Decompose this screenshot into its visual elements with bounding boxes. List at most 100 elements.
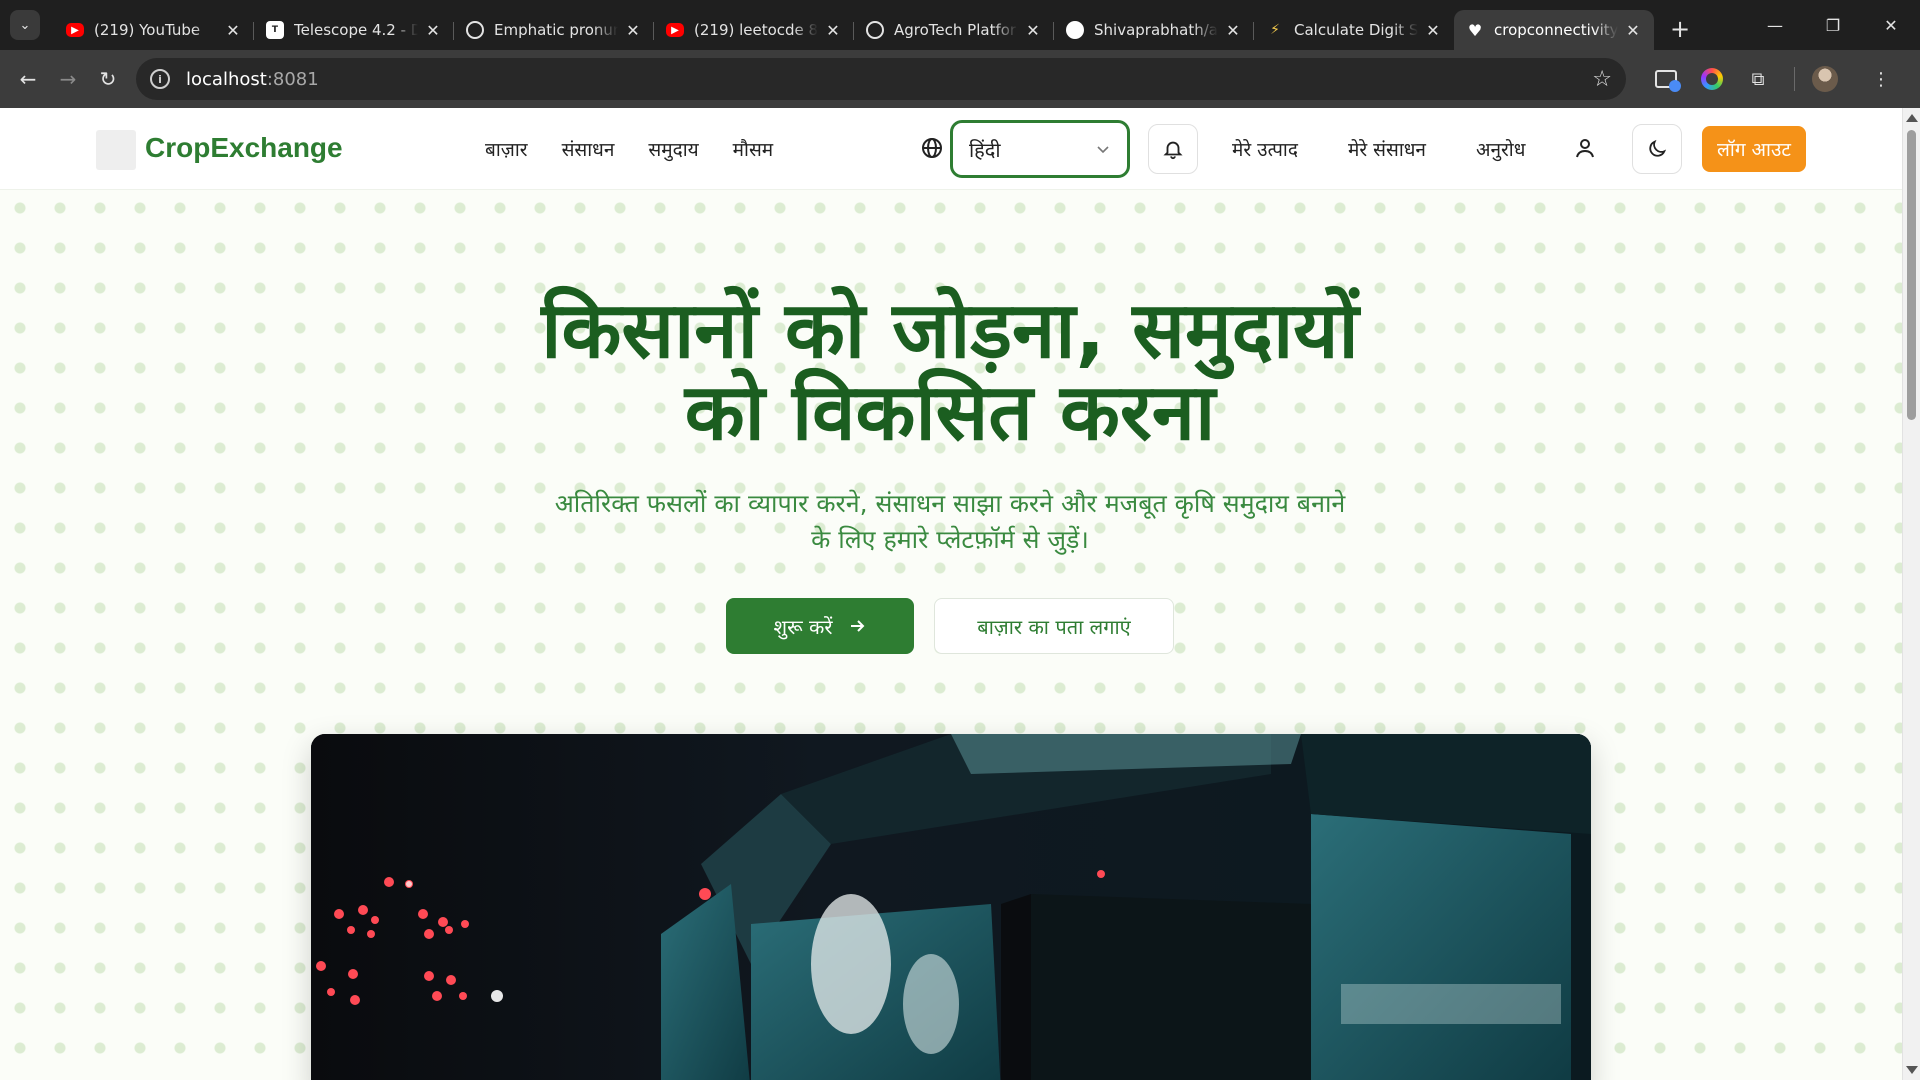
tab-title: cropconnectivity: [1494, 21, 1618, 39]
new-tab-button[interactable]: +: [1664, 13, 1696, 45]
tab-search-button[interactable]: ⌄: [10, 10, 40, 40]
browser-tab[interactable]: AgroTech Platfor ✕: [853, 10, 1054, 50]
user-icon[interactable]: [1573, 136, 1597, 160]
more-vertical-icon: ⋮: [1872, 68, 1890, 90]
browser-tab-strip: ⌄ ▶ (219) YouTube ✕ T Telescope 4.2 - D …: [0, 0, 1920, 50]
tab-title: (219) YouTube: [94, 21, 201, 39]
nav-link-resources[interactable]: संसाधन: [562, 136, 615, 162]
hero-photo: [311, 734, 1591, 1080]
star-icon[interactable]: ☆: [1592, 67, 1612, 92]
hero-image: [311, 734, 1591, 1080]
logo-image[interactable]: [96, 130, 136, 170]
close-icon[interactable]: ✕: [1624, 21, 1642, 40]
arrow-right-icon: →: [59, 67, 77, 91]
close-icon[interactable]: ✕: [624, 21, 642, 40]
browser-tab[interactable]: ⚡ Calculate Digit S ✕: [1253, 10, 1454, 50]
youtube-icon: ▶: [666, 23, 684, 37]
restore-button[interactable]: ❐: [1804, 0, 1862, 50]
nav-link-my-products[interactable]: मेरे उत्पाद: [1232, 136, 1298, 162]
close-window-button[interactable]: ✕: [1862, 0, 1920, 50]
plus-icon: +: [1669, 15, 1691, 43]
scroll-up-arrow[interactable]: [1906, 114, 1918, 122]
logout-button[interactable]: लॉग आउट: [1702, 126, 1806, 172]
tab-title: AgroTech Platfor: [894, 21, 1017, 39]
extensions-area: ⧉ ⋮: [1646, 59, 1907, 99]
hero-title-line-1: किसानों को जोड़ना, समुदायों: [541, 286, 1359, 376]
address-bar[interactable]: i localhost:8081 ☆: [136, 58, 1626, 100]
tab-title: Emphatic pronun: [494, 21, 618, 39]
tab-title: (219) leetocde 80: [694, 21, 818, 39]
url-host: localhost: [186, 68, 267, 90]
close-icon[interactable]: ✕: [824, 21, 842, 40]
hero-cta-row: शुरू करें बाज़ार का पता लगाएं: [726, 598, 1174, 654]
minimize-button[interactable]: —: [1746, 0, 1804, 50]
avatar: [1812, 66, 1838, 92]
bell-icon: [1163, 141, 1183, 160]
telescope-icon: T: [266, 21, 284, 39]
get-started-button[interactable]: शुरू करें: [726, 598, 914, 654]
reload-button[interactable]: ↻: [88, 59, 128, 99]
moon-icon: [1649, 139, 1667, 157]
site-header: CropExchange बाज़ार संसाधन समुदाय मौसम ह…: [0, 108, 1902, 190]
url-port: :8081: [266, 68, 319, 90]
hero-subtitle: अतिरिक्त फसलों का व्यापार करने, संसाधन स…: [520, 486, 1380, 558]
arrow-left-icon: ←: [19, 67, 37, 91]
forward-button[interactable]: →: [48, 59, 88, 99]
chatgpt-icon: [866, 21, 884, 39]
browser-toolbar: ← → ↻ i localhost:8081 ☆ ⧉ ⋮: [0, 50, 1920, 108]
browser-tab[interactable]: T Telescope 4.2 - D ✕: [253, 10, 454, 50]
notifications-button[interactable]: [1148, 124, 1198, 174]
chevron-down-icon: [1097, 146, 1109, 154]
close-icon[interactable]: ✕: [1424, 21, 1442, 40]
browser-tab[interactable]: Emphatic pronun ✕: [453, 10, 654, 50]
close-icon[interactable]: ✕: [1024, 21, 1042, 40]
scroll-down-arrow[interactable]: [1906, 1066, 1918, 1074]
tab-title: Shivaprabhath/a: [1094, 21, 1218, 39]
browser-tab-active[interactable]: ♥ cropconnectivity ✕: [1454, 10, 1654, 50]
cast-icon: [1655, 70, 1681, 92]
color-picker-icon: [1701, 68, 1723, 90]
tab-title: Calculate Digit S: [1294, 21, 1418, 39]
nav-link-requests[interactable]: अनुरोध: [1476, 136, 1525, 162]
scroll-thumb[interactable]: [1907, 130, 1916, 420]
chatgpt-icon: [466, 21, 484, 39]
nav-link-my-resources[interactable]: मेरे संसाधन: [1348, 136, 1426, 162]
close-icon[interactable]: ✕: [424, 21, 442, 40]
close-icon[interactable]: ✕: [224, 21, 242, 40]
window-controls: — ❐ ✕: [1746, 0, 1920, 50]
explore-market-button[interactable]: बाज़ार का पता लगाएं: [934, 598, 1174, 654]
globe-icon: [922, 138, 942, 158]
nav-link-community[interactable]: समुदाय: [648, 136, 698, 162]
color-extension-button[interactable]: [1692, 59, 1732, 99]
page-viewport: CropExchange बाज़ार संसाधन समुदाय मौसम ह…: [0, 108, 1920, 1080]
puzzle-icon: ⧉: [1751, 68, 1765, 90]
nav-link-market[interactable]: बाज़ार: [485, 136, 528, 162]
brand-name[interactable]: CropExchange: [145, 132, 343, 164]
info-icon[interactable]: i: [150, 69, 170, 89]
extensions-button[interactable]: ⧉: [1738, 59, 1778, 99]
nav-link-weather[interactable]: मौसम: [733, 136, 774, 162]
theme-toggle-button[interactable]: [1632, 124, 1682, 174]
language-select[interactable]: हिंदी: [950, 120, 1130, 178]
close-icon[interactable]: ✕: [1224, 21, 1242, 40]
tab-title: Telescope 4.2 - D: [294, 21, 418, 39]
hero-title: किसानों को जोड़ना, समुदायों को विकसित कर…: [360, 290, 1540, 454]
main-nav: बाज़ार संसाधन समुदाय मौसम: [485, 136, 773, 162]
browser-tab[interactable]: ▶ (219) leetocde 80 ✕: [653, 10, 854, 50]
heart-icon: ♥: [1467, 20, 1483, 40]
tab-list: ▶ (219) YouTube ✕ T Telescope 4.2 - D ✕ …: [54, 0, 1654, 50]
reload-icon: ↻: [99, 67, 117, 91]
youtube-icon: ▶: [66, 23, 84, 37]
toolbar-divider: [1794, 67, 1795, 91]
profile-button[interactable]: [1805, 59, 1845, 99]
back-button[interactable]: ←: [8, 59, 48, 99]
github-icon: [1066, 21, 1084, 39]
calculator-icon: ⚡: [1270, 22, 1280, 38]
hero-subtitle-line-2: के लिए हमारे प्लेटफ़ॉर्म से जुड़ें।: [811, 525, 1089, 554]
cast-extension-button[interactable]: [1646, 59, 1686, 99]
browser-tab[interactable]: Shivaprabhath/a ✕: [1053, 10, 1254, 50]
page-scrollbar[interactable]: [1902, 108, 1920, 1080]
browser-tab[interactable]: ▶ (219) YouTube ✕: [54, 10, 254, 50]
browser-menu-button[interactable]: ⋮: [1861, 59, 1901, 99]
arrow-right-icon: [850, 620, 864, 632]
